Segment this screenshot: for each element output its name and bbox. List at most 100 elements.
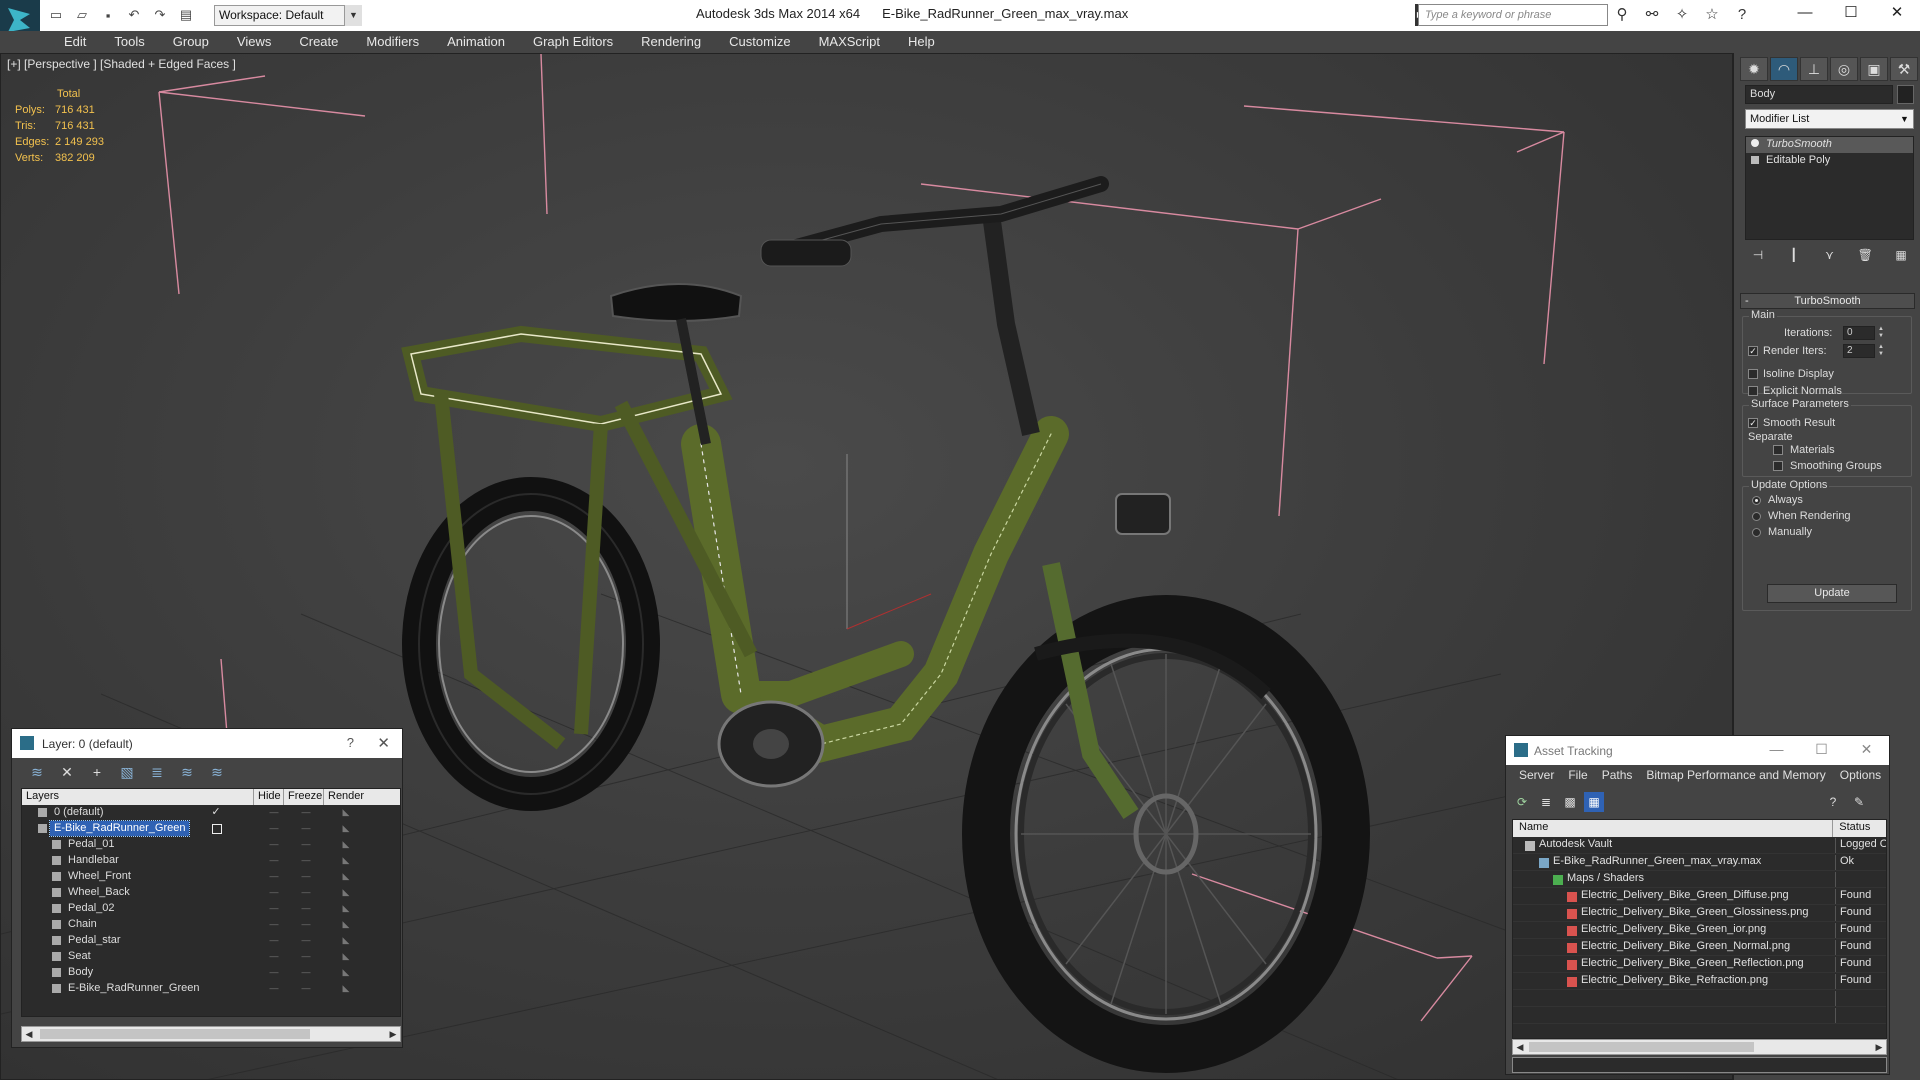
update-button[interactable]: Update [1767,584,1897,603]
hide-toggle-icon[interactable]: — [266,965,282,980]
chevron-down-icon[interactable]: ▼ [344,5,362,26]
freeze-toggle-icon[interactable]: — [298,949,314,964]
layer-row[interactable]: Wheel_Back — — ◣ [22,885,400,901]
layer-name[interactable]: E-Bike_RadRunner_Green [48,820,191,837]
thumbnail-view-icon[interactable]: ▩ [1560,792,1580,812]
layer-row[interactable]: Chain — — ◣ [22,917,400,933]
always-radio[interactable] [1752,496,1761,505]
scroll-right-icon[interactable]: ▶ [386,1027,400,1041]
layer-row[interactable]: 0 (default) ✓ — — ◣ [22,805,400,821]
layer-row[interactable]: Pedal_star — — ◣ [22,933,400,949]
render-toggle-icon[interactable]: ◣ [338,901,354,916]
menu-edit[interactable]: Edit [50,31,100,53]
close-icon[interactable]: ✕ [1874,0,1920,28]
render-iters-spinner[interactable]: 2 [1843,344,1875,358]
freeze-toggle-icon[interactable]: — [298,933,314,948]
column-name[interactable]: Name [1513,820,1834,837]
render-toggle-icon[interactable]: ◣ [338,965,354,980]
table-view-icon[interactable]: ▦ [1584,792,1604,812]
hide-toggle-icon[interactable]: — [266,821,282,836]
object-name-field[interactable]: Body [1745,85,1893,104]
layer-row[interactable]: E-Bike_RadRunner_Green — — ◣ [22,981,400,997]
scroll-left-icon[interactable]: ◀ [22,1027,36,1041]
freeze-toggle-icon[interactable]: — [298,853,314,868]
layer-row[interactable]: Wheel_Front — — ◣ [22,869,400,885]
freeze-toggle-icon[interactable]: — [298,917,314,932]
freeze-toggle-icon[interactable]: — [298,805,314,820]
hide-toggle-icon[interactable]: — [266,837,282,852]
layer-dialog-titlebar[interactable]: Layer: 0 (default) ? ✕ [12,729,402,758]
column-hide[interactable]: Hide [254,789,284,805]
viewport-label[interactable]: [+] [Perspective ] [Shaded + Edged Faces… [7,57,236,71]
menu-group[interactable]: Group [159,31,223,53]
stack-item-turbosmooth[interactable]: TurboSmooth [1746,137,1913,153]
display-tab-icon[interactable]: ▣ [1860,57,1888,81]
minimize-icon[interactable]: — [1754,736,1799,764]
menu-tools[interactable]: Tools [100,31,158,53]
spinner-arrows-icon[interactable]: ▲ ▼ [1877,344,1885,358]
add-to-layer-icon[interactable]: + [86,761,108,783]
render-toggle-icon[interactable]: ◣ [338,869,354,884]
freeze-toggle-icon[interactable]: — [298,885,314,900]
menu-server[interactable]: Server [1512,768,1561,782]
layer-row[interactable]: Pedal_01 — — ◣ [22,837,400,853]
menu-options[interactable]: Options [1833,768,1888,782]
layer-name[interactable]: 0 (default) [50,805,108,820]
render-toggle-icon[interactable]: ◣ [338,853,354,868]
layer-row[interactable]: E-Bike_RadRunner_Green — — ◣ [22,820,400,837]
hide-all-layers-icon[interactable]: ≋ [176,761,198,783]
about-icon[interactable]: ✎ [1849,792,1869,812]
freeze-toggle-icon[interactable]: — [298,981,314,996]
maximize-icon[interactable]: ☐ [1828,0,1874,28]
horizontal-scrollbar[interactable]: ◀ ▶ [1512,1039,1887,1055]
hide-toggle-icon[interactable]: — [266,917,282,932]
motion-tab-icon[interactable]: ◎ [1830,57,1858,81]
hide-toggle-icon[interactable]: — [266,853,282,868]
menu-bitmap-performance[interactable]: Bitmap Performance and Memory [1639,768,1832,782]
column-freeze[interactable]: Freeze [284,789,324,805]
column-layers[interactable]: Layers [22,789,254,805]
explicit-normals-checkbox[interactable] [1748,386,1758,396]
smoothing-groups-checkbox[interactable] [1773,461,1783,471]
render-toggle-icon[interactable]: ◣ [338,981,354,996]
menu-graph-editors[interactable]: Graph Editors [519,31,627,53]
freeze-toggle-icon[interactable]: — [298,869,314,884]
horizontal-scrollbar[interactable]: ◀ ▶ [21,1026,401,1042]
layer-name[interactable]: Pedal_01 [64,837,119,852]
layer-row[interactable]: Body — — ◣ [22,965,400,981]
freeze-all-layers-icon[interactable]: ≋ [206,761,228,783]
chevron-down-icon[interactable]: ▼ [1896,110,1913,128]
help-icon[interactable]: ? [1732,5,1752,25]
render-toggle-icon[interactable]: ◣ [338,805,354,820]
layer-row[interactable]: Pedal_02 — — ◣ [22,901,400,917]
asset-tracking-titlebar[interactable]: Asset Tracking — ☐ ✕ [1506,736,1889,765]
hide-toggle-icon[interactable]: — [266,885,282,900]
asset-row[interactable]: E-Bike_RadRunner_Green_max_vray.max Ok [1513,854,1886,871]
search-input[interactable]: Type a keyword or phrase [1418,4,1608,26]
menu-customize[interactable]: Customize [715,31,804,53]
render-toggle-icon[interactable]: ◣ [338,917,354,932]
menu-maxscript[interactable]: MAXScript [805,31,894,53]
new-file-icon[interactable]: ▭ [46,5,66,25]
column-render[interactable]: Render [324,789,366,805]
hide-toggle-icon[interactable]: — [266,901,282,916]
lightbulb-icon[interactable] [1751,139,1759,147]
redo-icon[interactable]: ↷ [150,5,170,25]
scroll-left-icon[interactable]: ◀ [1513,1040,1527,1054]
layer-name[interactable]: Wheel_Back [64,885,134,900]
render-toggle-icon[interactable]: ◣ [338,885,354,900]
maximize-icon[interactable]: ☐ [1799,736,1844,764]
minimize-icon[interactable]: — [1782,0,1828,28]
menu-modifiers[interactable]: Modifiers [352,31,433,53]
render-toggle-icon[interactable]: ◣ [338,933,354,948]
undo-icon[interactable]: ↶ [124,5,144,25]
layer-name[interactable]: Pedal_02 [64,901,119,916]
layer-name[interactable]: Pedal_star [64,933,125,948]
menu-views[interactable]: Views [223,31,285,53]
workspace-select[interactable]: Workspace: Default [214,5,362,26]
hide-toggle-icon[interactable]: — [266,869,282,884]
set-current-layer-box[interactable] [212,824,222,834]
render-toggle-icon[interactable]: ◣ [338,821,354,836]
layer-name[interactable]: E-Bike_RadRunner_Green [64,981,203,996]
hide-toggle-icon[interactable]: — [266,805,282,820]
